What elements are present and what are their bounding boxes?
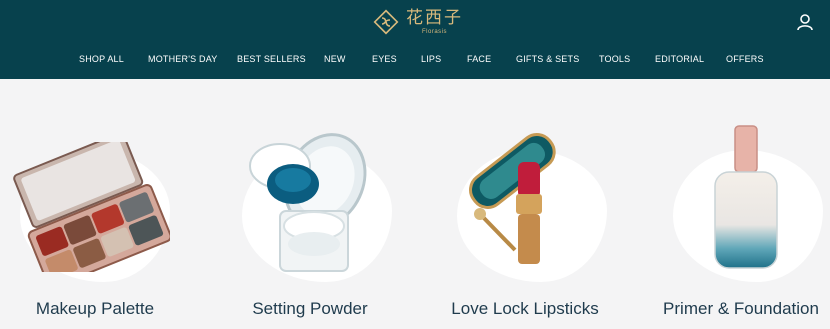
category-card-makeup-palette[interactable]: Makeup Palette — [0, 120, 195, 329]
logo-chinese-text: 花西子 — [406, 8, 463, 28]
category-card-love-lock-lipsticks[interactable]: Love Lock Lipsticks — [425, 120, 625, 329]
nav-best-sellers[interactable]: BEST SELLERS — [237, 52, 306, 66]
setting-powder-image — [249, 133, 367, 272]
logo-english-text: Florasis — [421, 29, 447, 35]
primer-bottle-image — [714, 125, 778, 269]
main-navigation: SHOP ALL MOTHER'S DAY BEST SELLERS NEW E… — [0, 52, 830, 66]
category-card-primer-foundation[interactable]: Primer & Foundation — [641, 120, 830, 329]
category-card-setting-powder[interactable]: Setting Powder — [210, 120, 410, 329]
nav-editorial[interactable]: EDITORIAL — [655, 52, 704, 66]
category-label: Primer & Foundation — [663, 299, 819, 318]
nav-offers[interactable]: OFFERS — [726, 52, 764, 66]
makeup-palette-image — [13, 142, 170, 272]
nav-new[interactable]: NEW — [324, 52, 346, 66]
nav-mothers-day[interactable]: MOTHER'S DAY — [148, 52, 217, 66]
lipstick-image — [469, 132, 556, 264]
category-label: Makeup Palette — [35, 299, 155, 318]
nav-gifts-sets[interactable]: GIFTS & SETS — [516, 52, 579, 66]
category-label: Love Lock Lipsticks — [451, 299, 599, 318]
site-header: 花西子 Florasis SHOP ALL MOTHER'S DAY BEST … — [0, 0, 830, 79]
brand-logo[interactable]: 花西子 Florasis — [372, 6, 468, 38]
category-label: Setting Powder — [252, 299, 368, 318]
nav-shop-all[interactable]: SHOP ALL — [79, 52, 124, 66]
user-icon[interactable] — [796, 13, 814, 31]
nav-eyes[interactable]: EYES — [372, 52, 397, 66]
logo-mark-icon — [373, 9, 399, 35]
nav-lips[interactable]: LIPS — [421, 52, 441, 66]
nav-face[interactable]: FACE — [467, 52, 491, 66]
nav-tools[interactable]: TOOLS — [599, 52, 630, 66]
